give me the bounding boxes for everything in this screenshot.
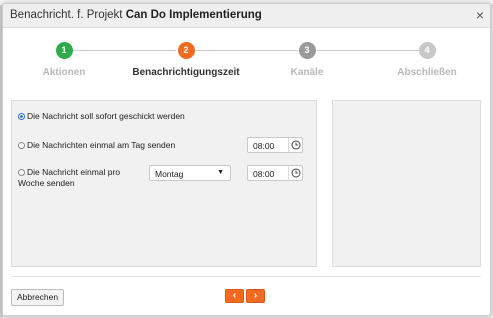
step-finish[interactable]: 4 Abschließen bbox=[347, 38, 490, 78]
option-daily[interactable]: Die Nachrichten einmal am Tag senden bbox=[18, 140, 175, 151]
radio-immediate[interactable] bbox=[18, 113, 25, 120]
weekday-select[interactable]: Montag ▼ bbox=[149, 165, 231, 181]
clock-icon[interactable] bbox=[288, 138, 302, 152]
option-immediate-label: Die Nachricht soll sofort geschickt werd… bbox=[27, 111, 185, 121]
step-number-4: 4 bbox=[418, 42, 436, 59]
radio-weekly[interactable] bbox=[18, 169, 25, 176]
timing-options-panel: Die Nachricht soll sofort geschickt werd… bbox=[11, 100, 317, 267]
previous-button[interactable]: ‹ bbox=[225, 289, 244, 303]
option-daily-label: Die Nachrichten einmal am Tag senden bbox=[27, 140, 176, 150]
step-number-1: 1 bbox=[55, 42, 73, 59]
dropdown-caret-icon: ▼ bbox=[217, 169, 224, 176]
wizard-stepper: 1 Aktionen 2 Benachrichtigungszeit 3 Kan… bbox=[3, 38, 490, 83]
step-number-2: 2 bbox=[177, 42, 195, 59]
footer-divider bbox=[11, 276, 481, 277]
step-label: Abschließen bbox=[397, 67, 457, 78]
step-number-3: 3 bbox=[298, 42, 316, 59]
side-panel bbox=[332, 100, 481, 267]
close-button[interactable]: × bbox=[476, 7, 484, 23]
daily-time-input[interactable]: 08:00 bbox=[247, 137, 303, 153]
option-weekly[interactable]: Die Nachricht einmal pro Woche senden bbox=[18, 167, 120, 189]
weekly-time-value: 08:00 bbox=[253, 169, 275, 179]
option-weekly-label-line2: Woche senden bbox=[18, 178, 75, 188]
daily-time-value: 08:00 bbox=[253, 141, 275, 151]
option-immediate[interactable]: Die Nachricht soll sofort geschickt werd… bbox=[18, 111, 185, 122]
dialog-header: Benachricht. f. Projekt Can Do Implement… bbox=[3, 4, 490, 28]
notification-dialog: Benachricht. f. Projekt Can Do Implement… bbox=[2, 3, 491, 316]
radio-daily[interactable] bbox=[18, 142, 25, 149]
clock-icon[interactable] bbox=[288, 166, 302, 180]
dialog-project-name: Can Do Implementierung bbox=[125, 9, 262, 21]
weekday-select-value: Montag bbox=[155, 169, 184, 179]
next-button[interactable]: › bbox=[246, 289, 265, 303]
cancel-button[interactable]: Abbrechen bbox=[11, 289, 65, 306]
weekly-time-input[interactable]: 08:00 bbox=[247, 165, 303, 181]
dialog-title: Benachricht. f. Projekt Can Do Implement… bbox=[10, 9, 262, 21]
dialog-title-prefix: Benachricht. f. Projekt bbox=[10, 9, 126, 21]
option-weekly-label-line1: Die Nachricht einmal pro bbox=[27, 167, 121, 177]
